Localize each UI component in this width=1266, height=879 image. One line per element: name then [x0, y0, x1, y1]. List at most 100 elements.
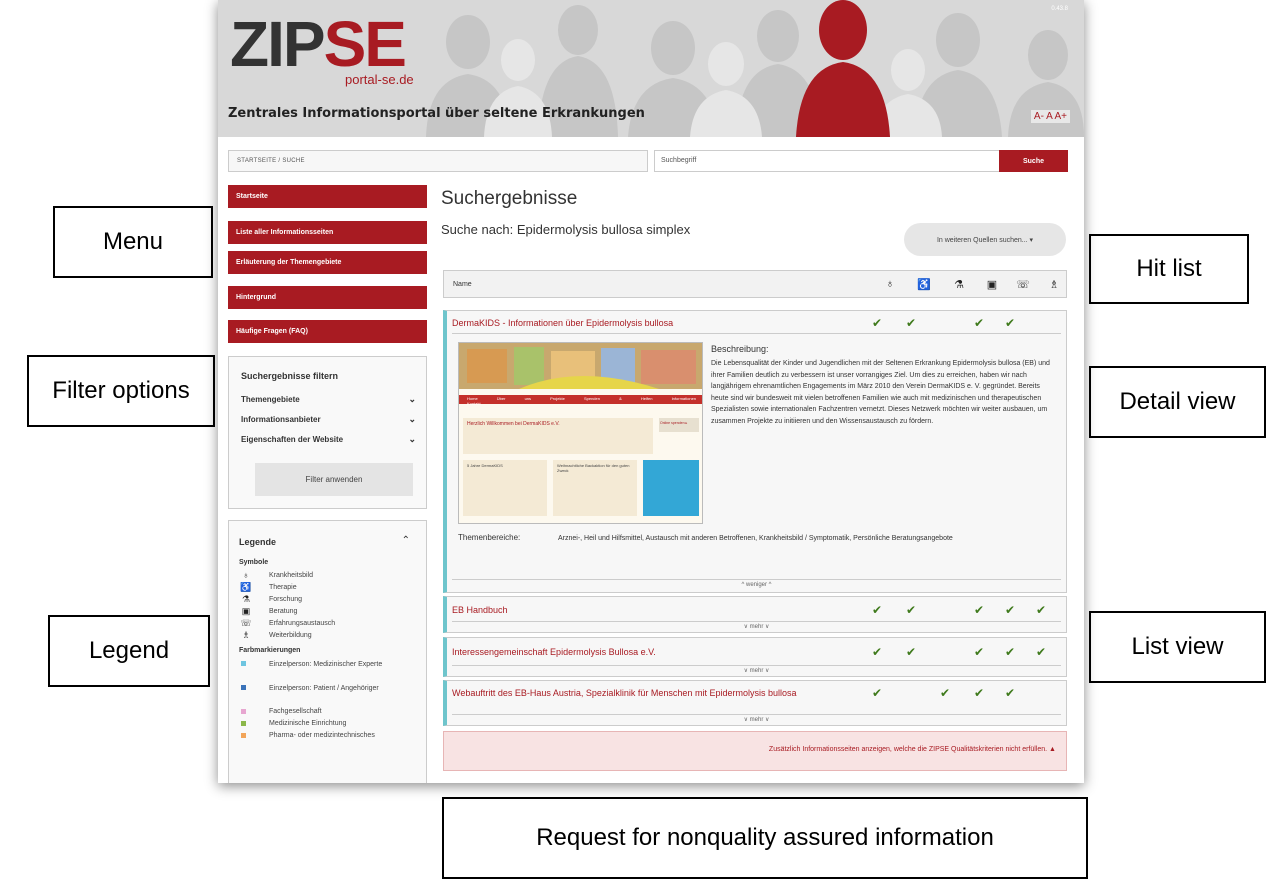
- legend-color-row: Einzelperson: Medizinischer Experte: [239, 659, 419, 681]
- site-header: ZIPSE portal-se.de Zentrales Information…: [218, 0, 1084, 137]
- therapie-icon[interactable]: ♿: [914, 278, 934, 291]
- erfahrungsaustausch-icon: ☏: [240, 618, 252, 628]
- check-icon: ✔: [871, 316, 883, 330]
- color-swatch: [241, 685, 246, 690]
- check-icon: ✔: [871, 603, 883, 617]
- divider: [452, 621, 1061, 622]
- thumb-nav: Home Über uns Projekte Spenden & Helfen …: [467, 396, 697, 406]
- chevron-down-icon: ⌄: [408, 394, 416, 404]
- color-swatch: [241, 733, 246, 738]
- result-title[interactable]: DermaKIDS - Informationen über Epidermol…: [452, 318, 673, 328]
- result-card: EB Handbuch ✔ ✔ ✔ ✔ ✔ ∨ mehr ∨: [443, 596, 1067, 633]
- breadcrumb[interactable]: STARTSEITE / SUCHE: [228, 150, 648, 172]
- menu-item-hintergrund[interactable]: Hintergrund: [228, 286, 427, 309]
- weiterbildung-icon[interactable]: ♗: [1044, 278, 1064, 291]
- annotation-filter-options: Filter options: [27, 355, 215, 427]
- annotation-list-view: List view: [1089, 611, 1266, 683]
- expand-toggle[interactable]: ∨ mehr ∨: [447, 716, 1066, 723]
- menu-item-erlaeuterung[interactable]: Erläuterung der Themengebiete: [228, 251, 427, 274]
- legend-color-row: Fachgesellschaft: [239, 707, 419, 718]
- more-sources-button[interactable]: In weiteren Quellen suchen... ▾: [904, 223, 1066, 256]
- non-quality-link[interactable]: Zusätzlich Informationsseiten anzeigen, …: [443, 731, 1067, 771]
- result-title[interactable]: Webauftritt des EB-Haus Austria, Spezial…: [452, 688, 802, 698]
- apply-filter-button[interactable]: Filter anwenden: [255, 463, 413, 496]
- check-icon: ✔: [1004, 686, 1016, 700]
- divider: [452, 579, 1061, 580]
- check-icon: ✔: [939, 686, 951, 700]
- topics-text: Arznei-, Heil und Hilfsmittel, Austausch…: [558, 535, 953, 542]
- check-icon: ✔: [1004, 316, 1016, 330]
- legend-symbol-row: ♁ Krankheitsbild: [239, 571, 419, 582]
- thumb-box-2: Weihnachtliche Backaktion für den guten …: [557, 463, 630, 473]
- beratung-icon[interactable]: ▣: [982, 278, 1002, 291]
- krankheitsbild-icon[interactable]: ♁: [880, 278, 900, 290]
- check-icon: ✔: [1035, 645, 1047, 659]
- annotation-hit-list: Hit list: [1089, 234, 1249, 304]
- check-icon: ✔: [973, 603, 985, 617]
- legend-colors-title: Farbmarkierungen: [239, 647, 301, 654]
- column-name[interactable]: Name: [453, 281, 472, 288]
- divider: [452, 714, 1061, 715]
- erfahrungsaustausch-icon[interactable]: ☏: [1013, 278, 1033, 291]
- result-title[interactable]: Interessengemeinschaft Epidermolysis Bul…: [452, 647, 656, 657]
- thumbnail-image: [459, 343, 702, 516]
- thumb-box-1: 5 Jahre DermaKIDS: [467, 463, 503, 468]
- legend-panel: Legende ⌃ Symbole ♁ Krankheitsbild ♿ Thera…: [228, 520, 427, 783]
- krankheitsbild-icon: ♁: [242, 570, 250, 580]
- chevron-down-icon: ⌄: [408, 414, 416, 424]
- color-swatch: [241, 661, 246, 666]
- therapie-icon: ♿: [240, 582, 252, 592]
- search-button[interactable]: Suche: [999, 150, 1068, 172]
- zipse-logo[interactable]: ZIPSE: [230, 12, 407, 76]
- check-icon: ✔: [871, 645, 883, 659]
- check-icon: ✔: [973, 645, 985, 659]
- result-title[interactable]: EB Handbuch: [452, 605, 508, 615]
- thumb-online-button: Online spenden ▸: [660, 421, 688, 425]
- legend-symbol-row: ♿ Therapie: [240, 582, 297, 592]
- legend-color-row: Medizinische Einrichtung: [239, 719, 419, 730]
- annotation-legend: Legend: [48, 615, 210, 687]
- result-card-detail: DermaKIDS - Informationen über Epidermol…: [443, 310, 1067, 593]
- weiterbildung-icon: ♗: [241, 630, 251, 640]
- page-title: Suchergebnisse: [441, 188, 578, 209]
- description-text: Die Lebensqualität der Kinder und Jugend…: [711, 360, 1050, 425]
- zipse-screenshot: ZIPSE portal-se.de Zentrales Information…: [218, 0, 1084, 783]
- filter-informationsanbieter[interactable]: Informationsanbieter ⌄: [241, 414, 416, 424]
- check-icon: ✔: [905, 316, 917, 330]
- filter-eigenschaften[interactable]: Eigenschaften der Website ⌄: [241, 434, 416, 444]
- menu-item-liste[interactable]: Liste aller Informationsseiten: [228, 221, 427, 244]
- legend-color-row: Einzelperson: Patient / Angehöriger: [239, 683, 419, 705]
- legend-symbol-row: ♗ Weiterbildung: [239, 631, 419, 642]
- thumb-welcome: Herzlich Willkommen bei DermaKIDS e.V.: [467, 421, 560, 427]
- menu-item-startseite[interactable]: Startseite: [228, 185, 427, 208]
- annotation-menu: Menu: [53, 206, 213, 278]
- legend-symbol-row: ☏ Erfahrungsaustausch: [240, 618, 336, 628]
- filter-themengebiete[interactable]: Themengebiete ⌄: [241, 394, 416, 404]
- result-card: Webauftritt des EB-Haus Austria, Spezial…: [443, 680, 1067, 726]
- legend-color-row: Pharma- oder medizintechnisches: [239, 731, 419, 742]
- expand-toggle[interactable]: ∨ mehr ∨: [447, 623, 1066, 630]
- chevron-up-icon[interactable]: ⌃: [402, 535, 410, 546]
- menu-item-faq[interactable]: Häufige Fragen (FAQ): [228, 320, 427, 343]
- hit-list-header: Name ♁ ♿ ⚗ ▣ ☏ ♗: [443, 270, 1067, 298]
- check-icon: ✔: [1004, 645, 1016, 659]
- search-input[interactable]: Suchbegriff: [654, 150, 1000, 172]
- font-size-controls[interactable]: A- A A+: [1030, 110, 1070, 123]
- website-thumbnail[interactable]: Home Über uns Projekte Spenden & Helfen …: [458, 342, 703, 524]
- forschung-icon[interactable]: ⚗: [949, 278, 969, 291]
- collapse-toggle[interactable]: ^ weniger ^: [447, 582, 1066, 588]
- check-icon: ✔: [905, 603, 917, 617]
- annotation-detail-view: Detail view: [1089, 366, 1266, 438]
- filter-panel: Suchergebnisse filtern Themengebiete ⌄ In…: [228, 356, 427, 509]
- legend-symbol-row: ▣ Beratung: [239, 607, 419, 618]
- color-swatch: [241, 709, 246, 714]
- beratung-icon: ▣: [241, 606, 251, 616]
- site-tagline: Zentrales Informationsportal über selten…: [228, 106, 645, 121]
- legend-title: Legende: [239, 537, 277, 547]
- annotation-request: Request for nonquality assured informati…: [442, 797, 1088, 879]
- logo-subtitle: portal-se.de: [345, 72, 414, 87]
- divider: [452, 333, 1061, 334]
- result-card: Interessengemeinschaft Epidermolysis Bul…: [443, 637, 1067, 677]
- expand-toggle[interactable]: ∨ mehr ∨: [447, 667, 1066, 674]
- description-label: Beschreibung:: [711, 344, 769, 354]
